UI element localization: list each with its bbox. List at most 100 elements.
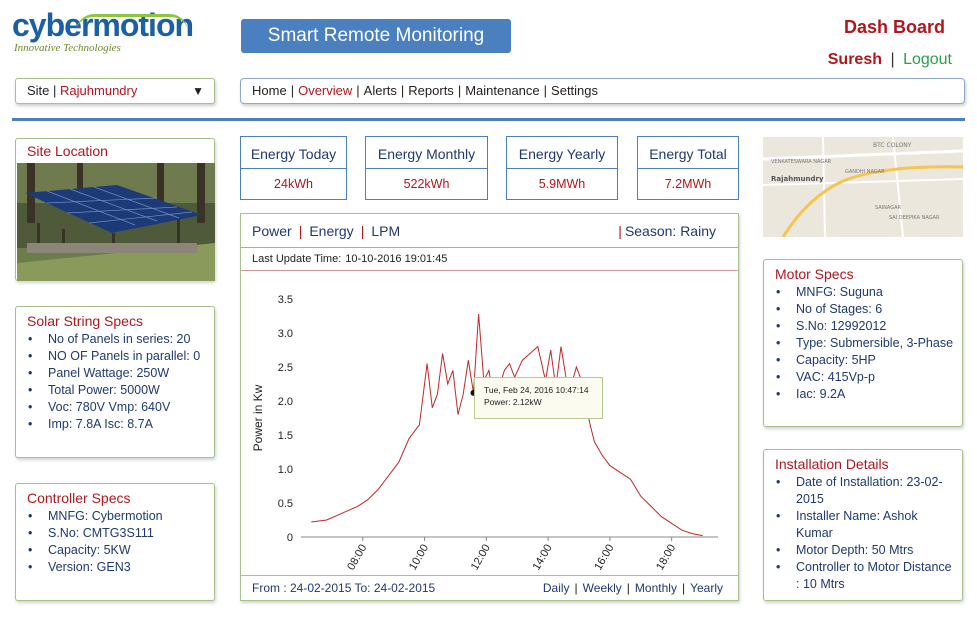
x-tick-label: 14:00 <box>531 543 555 573</box>
list-item: MNFG: Suguna <box>776 284 956 301</box>
list-item: Motor Depth: 50 Mtrs <box>776 542 956 559</box>
y-tick-label: 1.5 <box>278 430 293 442</box>
season-indicator: | Season: Rainy <box>618 223 716 239</box>
logout-link[interactable]: Logout <box>903 51 952 68</box>
y-tick-label: 0 <box>287 532 293 544</box>
tooltip-time: Tue, Feb 24, 2016 10:47:14 <box>484 385 589 395</box>
range-monthly[interactable]: Monthly <box>635 581 677 595</box>
date-range: From : 24-02-2015 To: 24-02-2015 <box>252 581 436 595</box>
y-tick-label: 0.5 <box>278 498 293 510</box>
y-tick-label: 3.5 <box>278 294 293 306</box>
energy-monthly-value: 522kWh <box>403 177 450 191</box>
energy-today-label: Energy Today <box>241 137 346 169</box>
dropdown-arrow-icon[interactable]: ▼ <box>192 79 204 103</box>
list-item: NO OF Panels in parallel: 0 <box>28 348 208 365</box>
energy-monthly-label: Energy Monthly <box>366 137 487 169</box>
solar-string-specs-panel: Solar String Specs No of Panels in serie… <box>15 306 215 458</box>
list-item: Controller to Motor Distance : 10 Mtrs <box>776 559 956 593</box>
energy-total-label: Energy Total <box>638 137 738 169</box>
map-label: GANDHI NAGAR <box>845 169 885 175</box>
power-chart[interactable]: 0 0.5 1.0 1.5 2.0 2.5 3.0 3.5 Power in Kw 08:00 10… <box>241 271 738 575</box>
season-text: Season: Rainy <box>624 223 716 239</box>
energy-yearly-box[interactable]: Energy Yearly 5.9MWh <box>506 136 618 200</box>
last-update-label: Last Update Time: <box>252 253 342 265</box>
y-axis-label: Power in Kw <box>251 384 265 451</box>
installation-title: Installation Details <box>775 456 889 472</box>
list-item: Iac: 9.2A <box>776 386 956 403</box>
map-label: Rajahmundry <box>771 175 824 183</box>
chart-tabs: Power | Energy | LPM <box>252 223 401 239</box>
nav-item-maintenance[interactable]: Maintenance <box>465 83 539 98</box>
chart-panel: Power | Energy | LPM | Season: Rainy Last Upd… <box>240 213 739 601</box>
list-item: S.No: CMTG3S111 <box>28 525 208 542</box>
energy-yearly-label: Energy Yearly <box>507 137 617 169</box>
list-item: Date of Installation: 23-02-2015 <box>776 474 956 508</box>
logo-swoosh <box>76 14 188 32</box>
site-location-panel: Site Location <box>15 138 215 281</box>
list-item: Type: Submersible, 3-Phase <box>776 335 956 352</box>
range-daily[interactable]: Daily <box>543 581 570 595</box>
user-name[interactable]: Suresh <box>828 51 882 68</box>
energy-total-value: 7.2MWh <box>664 177 712 191</box>
header-divider <box>12 118 965 121</box>
x-tick-label: 16:00 <box>592 543 616 573</box>
y-tick-label: 1.0 <box>278 464 293 476</box>
site-value: Rajuhmundry <box>60 83 138 98</box>
x-tick-label: 10:00 <box>407 543 431 573</box>
power-series-line <box>311 313 703 537</box>
solar-specs-list: No of Panels in series: 20 NO OF Panels … <box>16 329 214 433</box>
energy-yearly-value: 5.9MWh <box>538 177 586 191</box>
list-item: Panel Wattage: 250W <box>28 365 208 382</box>
nav-item-reports[interactable]: Reports <box>408 83 454 98</box>
chart-footer: From : 24-02-2015 To: 24-02-2015 Daily | W… <box>241 575 738 600</box>
nav-item-home[interactable]: Home <box>252 83 287 98</box>
list-item: Installer Name: Ashok Kumar <box>776 508 956 542</box>
energy-today-value: 24kWh <box>274 177 313 191</box>
tab-energy[interactable]: Energy <box>309 223 353 239</box>
nav-item-alerts[interactable]: Alerts <box>364 83 397 98</box>
site-select[interactable]: Site | Rajuhmundry ▼ <box>15 78 215 104</box>
range-options: Daily | Weekly | Monthly | Yearly <box>542 581 723 595</box>
list-item: Version: GEN3 <box>28 559 208 576</box>
nav-item-settings[interactable]: Settings <box>551 83 598 98</box>
range-yearly[interactable]: Yearly <box>690 581 723 595</box>
y-tick-label: 2.5 <box>278 362 293 374</box>
solar-specs-title: Solar String Specs <box>27 313 143 329</box>
installation-list: Date of Installation: 23-02-2015 Install… <box>764 472 962 593</box>
user-area: Suresh | Logout <box>828 51 952 69</box>
app-title: Smart Remote Monitoring <box>241 19 511 53</box>
tab-lpm[interactable]: LPM <box>371 223 400 239</box>
site-map[interactable]: BTC COLONY Rajahmundry SAINAGAR SAI DEEP… <box>763 137 963 237</box>
tab-power[interactable]: Power <box>252 223 292 239</box>
installation-details-panel: Installation Details Date of Installatio… <box>763 449 963 601</box>
list-item: Imp: 7.8A Isc: 8.7A <box>28 416 208 433</box>
controller-specs-list: MNFG: Cybermotion S.No: CMTG3S111 Capaci… <box>16 506 214 576</box>
solar-array-photo <box>17 163 215 281</box>
list-item: Capacity: 5HP <box>776 352 956 369</box>
motor-specs-title: Motor Specs <box>775 266 854 282</box>
energy-monthly-box[interactable]: Energy Monthly 522kWh <box>365 136 488 200</box>
energy-today-box[interactable]: Energy Today 24kWh <box>240 136 347 200</box>
cybermotion-logo[interactable]: cybermotion Innovative Technologies <box>12 8 194 58</box>
main-nav: Home | Overview | Alerts | Reports | Maintenance… <box>240 78 965 104</box>
logo-tagline: Innovative Technologies <box>14 42 121 54</box>
motor-specs-list: MNFG: Suguna No of Stages: 6 S.No: 12992… <box>764 282 962 403</box>
y-tick-label: 2.0 <box>278 396 293 408</box>
x-tick-label: 08:00 <box>345 543 369 573</box>
map-label: VENKATESWARA NAGAR <box>771 159 832 165</box>
list-item: S.No: 12992012 <box>776 318 956 335</box>
map-label: BTC COLONY <box>873 142 912 149</box>
energy-total-box[interactable]: Energy Total 7.2MWh <box>637 136 739 200</box>
dashboard-title: Dash Board <box>843 17 945 37</box>
list-item: No of Panels in series: 20 <box>28 331 208 348</box>
chart-tooltip: Tue, Feb 24, 2016 10:47:14 Power: 2.12kW <box>474 377 603 419</box>
controller-specs-panel: Controller Specs MNFG: Cybermotion S.No:… <box>15 483 215 601</box>
map-label: SAI DEEPIKA NAGAR <box>889 215 940 221</box>
site-location-title: Site Location <box>27 143 108 159</box>
list-item: MNFG: Cybermotion <box>28 508 208 525</box>
x-tick-label: 18:00 <box>654 543 678 573</box>
list-item: No of Stages: 6 <box>776 301 956 318</box>
list-item: Total Power: 5000W <box>28 382 208 399</box>
nav-item-overview[interactable]: Overview <box>298 83 352 98</box>
range-weekly[interactable]: Weekly <box>583 581 622 595</box>
